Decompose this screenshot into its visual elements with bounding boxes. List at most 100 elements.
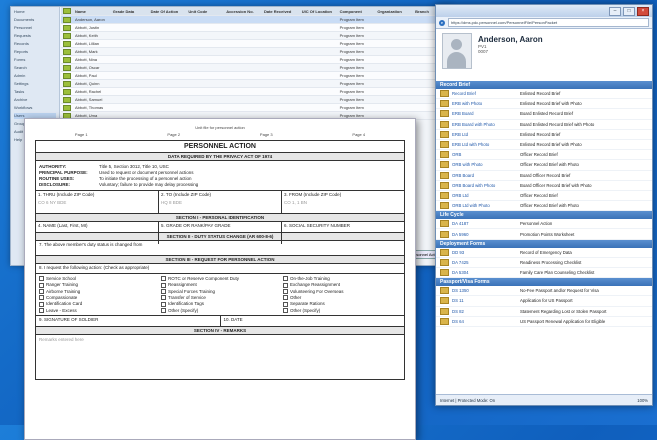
nav-item[interactable]: Settings bbox=[14, 81, 56, 87]
request-checkbox[interactable]: Other (Specify) bbox=[161, 308, 279, 313]
column-header[interactable]: Date Of Action bbox=[149, 9, 187, 14]
request-checkbox[interactable]: Special Forces Training bbox=[161, 289, 279, 294]
request-checkbox[interactable]: Compassionate bbox=[39, 295, 157, 300]
column-header[interactable]: Organization bbox=[375, 9, 413, 14]
select-all-checkbox[interactable] bbox=[63, 8, 71, 14]
document-link[interactable]: ERB Board with Photo bbox=[452, 122, 520, 127]
row-checkbox[interactable] bbox=[63, 24, 71, 31]
signature-label[interactable]: 9. SIGNATURE OF SOLDIER bbox=[36, 315, 221, 326]
date-label[interactable]: 10. DATE bbox=[221, 316, 405, 326]
document-link[interactable]: ORB Board bbox=[452, 173, 520, 178]
table-row[interactable]: Anderson, Aaron Program Item bbox=[61, 16, 451, 24]
column-header[interactable]: Component bbox=[338, 9, 376, 14]
nav-item[interactable]: Tasks bbox=[14, 89, 56, 95]
request-checkbox[interactable]: Other (Specify) bbox=[283, 308, 401, 313]
document-link[interactable]: ORB Ltd bbox=[452, 193, 520, 198]
column-header[interactable]: Name bbox=[73, 9, 111, 14]
column-header[interactable]: UIC Of Location bbox=[300, 9, 338, 14]
routing-box[interactable]: 2. TO (Include ZIP Code) HQ 8 BDE bbox=[159, 191, 282, 213]
document-link[interactable]: DA 5960 bbox=[452, 232, 520, 237]
table-row[interactable]: Abbott, Paul Program Item bbox=[61, 72, 451, 80]
row-checkbox[interactable] bbox=[63, 88, 71, 95]
request-checkbox[interactable]: Identification Card bbox=[39, 301, 157, 306]
nav-item[interactable]: Archive bbox=[14, 97, 56, 103]
document-link[interactable]: DS 1350 bbox=[452, 288, 520, 293]
nav-item[interactable]: Requests bbox=[14, 33, 56, 39]
table-row[interactable]: Abbott, Lillian Program Item bbox=[61, 40, 451, 48]
document-link[interactable]: DA 7425 bbox=[452, 260, 520, 265]
document-link[interactable]: ERB with Photo bbox=[452, 101, 520, 106]
row-checkbox[interactable] bbox=[63, 32, 71, 39]
nav-item[interactable]: Admin bbox=[14, 73, 56, 79]
nav-item[interactable]: Personnel bbox=[14, 25, 56, 31]
row-checkbox[interactable] bbox=[63, 40, 71, 47]
nav-item[interactable]: Documents bbox=[14, 17, 56, 23]
column-header[interactable]: Unit Code bbox=[186, 9, 224, 14]
table-row[interactable]: Abbott, Nina Program Item bbox=[61, 56, 451, 64]
table-row[interactable]: Abbott, Samuel Program Item bbox=[61, 96, 451, 104]
nav-item[interactable]: Home bbox=[14, 9, 56, 15]
document-link[interactable]: ERB Ltd with Photo bbox=[452, 142, 520, 147]
row-checkbox[interactable] bbox=[63, 96, 71, 103]
request-checkbox[interactable]: Service School bbox=[39, 276, 157, 281]
document-link[interactable]: ORB Ltd with Photo bbox=[452, 203, 520, 208]
nav-item[interactable]: Workflows bbox=[14, 105, 56, 111]
request-checkbox[interactable]: Leave - Excess bbox=[39, 308, 157, 313]
page-tab[interactable]: Page 3 bbox=[260, 132, 273, 137]
row-checkbox[interactable] bbox=[63, 48, 71, 55]
table-row[interactable]: Abbott, Thomas Program Item bbox=[61, 104, 451, 112]
table-row[interactable]: Abbott, Quinn Program Item bbox=[61, 80, 451, 88]
id-field[interactable]: 5. GRADE OR RANK/PAY GRADE bbox=[159, 222, 282, 244]
minimize-icon[interactable]: – bbox=[609, 6, 621, 16]
document-link[interactable]: DA 4187 bbox=[452, 221, 520, 226]
document-link[interactable]: ERB Ltd bbox=[452, 132, 520, 137]
maximize-icon[interactable]: □ bbox=[623, 6, 635, 16]
request-checkbox[interactable]: Airborne Training bbox=[39, 289, 157, 294]
id-field[interactable]: 4. NAME (Last, First, MI) bbox=[36, 222, 159, 244]
request-checkbox[interactable]: Reassignment bbox=[161, 282, 279, 287]
row-checkbox[interactable] bbox=[63, 16, 71, 23]
request-checkbox[interactable]: Separate Rations bbox=[283, 301, 401, 306]
request-checkbox[interactable]: Other bbox=[283, 295, 401, 300]
document-link[interactable]: ERB Board bbox=[452, 111, 520, 116]
request-checkbox[interactable]: Ranger Training bbox=[39, 282, 157, 287]
document-link[interactable]: DA 5304 bbox=[452, 270, 520, 275]
table-row[interactable]: Abbott, Rachel Program Item bbox=[61, 88, 451, 96]
document-link[interactable]: DS 64 bbox=[452, 319, 520, 324]
document-link[interactable]: ORB Board with Photo bbox=[452, 183, 520, 188]
page-tab[interactable]: Page 2 bbox=[167, 132, 180, 137]
zoom-level[interactable]: 100% bbox=[637, 398, 648, 403]
column-header[interactable]: Grade Data bbox=[111, 9, 149, 14]
table-row[interactable]: Abbott, Justin Program Item bbox=[61, 24, 451, 32]
nav-item[interactable]: Forms bbox=[14, 57, 56, 63]
document-link[interactable]: DS 82 bbox=[452, 309, 520, 314]
request-checkbox[interactable]: Transfer of Service bbox=[161, 295, 279, 300]
table-row[interactable]: Abbott, Keith Program Item bbox=[61, 32, 451, 40]
row-checkbox[interactable] bbox=[63, 104, 71, 111]
nav-item[interactable]: Reports bbox=[14, 49, 56, 55]
row-checkbox[interactable] bbox=[63, 56, 71, 63]
routing-box[interactable]: 3. FROM (Include ZIP Code) CO 1, 1 BN bbox=[282, 191, 404, 213]
request-checkbox[interactable]: ROTC or Reserve Component Duty bbox=[161, 276, 279, 281]
routing-box[interactable]: 1. THRU (Include ZIP Code) CO 6 NY BDE bbox=[36, 191, 159, 213]
url-field[interactable]: https://dms.pdc.personnel.com/PersonnelF… bbox=[448, 18, 649, 27]
document-link[interactable]: Record Brief bbox=[452, 91, 520, 96]
request-checkbox[interactable]: Identification Tags bbox=[161, 301, 279, 306]
table-row[interactable]: Abbott, Oscar Program Item bbox=[61, 64, 451, 72]
page-tab[interactable]: Page 4 bbox=[352, 132, 365, 137]
document-link[interactable]: ORB bbox=[452, 152, 520, 157]
column-header[interactable]: Date Received bbox=[262, 9, 300, 14]
document-link[interactable]: DD 93 bbox=[452, 250, 520, 255]
id-field[interactable]: 6. SOCIAL SECURITY NUMBER bbox=[282, 222, 404, 244]
request-checkbox[interactable]: Exchange Reassignment bbox=[283, 282, 401, 287]
nav-item[interactable]: Search bbox=[14, 65, 56, 71]
request-checkbox[interactable]: On-the-Job Training bbox=[283, 276, 401, 281]
document-link[interactable]: ORB with Photo bbox=[452, 162, 520, 167]
close-icon[interactable]: × bbox=[637, 6, 649, 16]
row-checkbox[interactable] bbox=[63, 64, 71, 71]
request-checkbox[interactable]: Volunteering For Overseas bbox=[283, 289, 401, 294]
row-checkbox[interactable] bbox=[63, 72, 71, 79]
nav-item[interactable]: Records bbox=[14, 41, 56, 47]
row-checkbox[interactable] bbox=[63, 80, 71, 87]
page-tab[interactable]: Page 1 bbox=[75, 132, 88, 137]
